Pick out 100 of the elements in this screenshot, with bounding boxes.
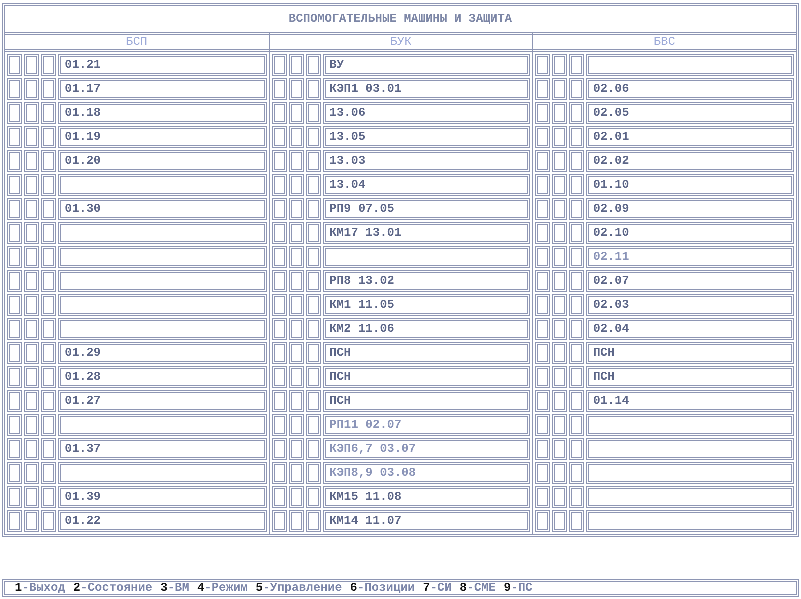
signal-label-cell: РП8 13.02: [322, 270, 530, 292]
function-key-label[interactable]: 5-Управление: [256, 579, 342, 597]
signal-label-cell: 02.11: [586, 246, 794, 268]
indicator-cell: [535, 174, 550, 196]
indicator-cell: [569, 150, 584, 172]
indicator-cell: [552, 510, 568, 532]
indicator-cell: [7, 150, 22, 172]
signal-label-cell: КЭП1 03.01: [322, 78, 530, 100]
signal-label-cell: 02.04: [586, 318, 794, 340]
indicator-cell: [535, 54, 550, 76]
indicator-cell: [288, 174, 304, 196]
indicator-cell: [272, 414, 287, 436]
indicator-cell: [24, 390, 39, 412]
indicator-cell: [7, 462, 22, 484]
indicator-cell: [41, 126, 56, 148]
indicator-cell: [7, 270, 22, 292]
indicator-cell: [41, 486, 56, 508]
indicator-cell: [272, 222, 287, 244]
indicator-cell: [272, 390, 287, 412]
indicator-cell: [535, 126, 550, 148]
function-key-label[interactable]: 9-ПС: [504, 579, 533, 597]
indicator-cell: [24, 102, 39, 124]
indicator-cell: [24, 270, 39, 292]
indicator-cell: [288, 342, 304, 364]
indicator-cell: [24, 246, 39, 268]
signal-label-cell: 01.37: [58, 438, 267, 460]
indicator-cell: [7, 366, 22, 388]
signal-label-cell: 01.27: [58, 390, 267, 412]
indicator-cell: [24, 78, 39, 100]
indicator-cell: [24, 174, 39, 196]
indicator-cell: [288, 270, 304, 292]
indicator-cell: [535, 318, 550, 340]
function-key-label[interactable]: 8-СМЕ: [460, 579, 496, 597]
function-key-label[interactable]: 4-Режим: [197, 579, 248, 597]
indicator-cell: [569, 438, 584, 460]
indicator-cell: [306, 174, 321, 196]
indicator-cell: [552, 102, 568, 124]
indicator-cell: [535, 78, 550, 100]
indicator-cell: [306, 294, 321, 316]
indicator-cell: [41, 294, 56, 316]
indicator-cell: [552, 270, 568, 292]
indicator-cell: [569, 462, 584, 484]
indicator-cell: [569, 342, 584, 364]
indicator-cell: [24, 462, 39, 484]
signal-label-cell: РП11 02.07: [322, 414, 530, 436]
indicator-cell: [552, 294, 568, 316]
indicator-cell: [7, 198, 22, 220]
indicator-cell: [24, 198, 39, 220]
signal-label-cell: 01.14: [586, 390, 794, 412]
indicator-cell: [306, 462, 321, 484]
signal-label-cell: КЭП6,7 03.07: [322, 438, 530, 460]
indicator-cell: [569, 486, 584, 508]
indicator-cell: [24, 486, 39, 508]
indicator-cell: [41, 246, 56, 268]
function-key-label[interactable]: 2-Состояние: [73, 579, 153, 597]
indicator-cell: [306, 414, 321, 436]
indicator-cell: [288, 126, 304, 148]
function-key-label[interactable]: 6-Позиции: [350, 579, 416, 597]
indicator-cell: [41, 510, 56, 532]
signal-label-cell: 01.17: [58, 78, 267, 100]
indicator-cell: [272, 126, 287, 148]
indicator-cell: [306, 102, 321, 124]
indicator-cell: [41, 270, 56, 292]
indicator-cell: [552, 54, 568, 76]
indicator-cell: [306, 318, 321, 340]
indicator-cell: [569, 198, 584, 220]
indicator-cell: [306, 390, 321, 412]
indicator-cell: [306, 342, 321, 364]
indicator-cell: [535, 486, 550, 508]
indicator-cell: [288, 222, 304, 244]
indicator-cell: [306, 198, 321, 220]
indicator-cell: [552, 198, 568, 220]
indicator-cell: [7, 438, 22, 460]
signal-label-cell: РП9 07.05: [322, 198, 530, 220]
indicator-cell: [24, 222, 39, 244]
indicator-cell: [535, 198, 550, 220]
indicator-cell: [7, 390, 22, 412]
indicator-cell: [41, 54, 56, 76]
column-heading: БСП: [5, 32, 269, 52]
indicator-cell: [569, 246, 584, 268]
indicator-cell: [306, 366, 321, 388]
signal-label-cell: 01.19: [58, 126, 267, 148]
function-key-label[interactable]: 7-СИ: [423, 579, 452, 597]
indicator-cell: [24, 438, 39, 460]
indicator-cell: [7, 174, 22, 196]
indicator-cell: [552, 486, 568, 508]
indicator-cell: [569, 510, 584, 532]
signal-label-cell: 01.21: [58, 54, 267, 76]
signal-label-cell: 02.02: [586, 150, 794, 172]
function-key-label[interactable]: 1-Выход: [15, 579, 66, 597]
indicator-cell: [24, 510, 39, 532]
indicator-cell: [272, 246, 287, 268]
screen-title: ВСПОМОГАТЕЛЬНЫЕ МАШИНЫ И ЗАЩИТА: [288, 11, 514, 28]
signal-label-cell: КМ14 11.07: [322, 510, 530, 532]
signal-label-cell: 13.06: [322, 102, 530, 124]
function-key-label[interactable]: 3-ВМ: [160, 579, 190, 597]
indicator-cell: [7, 102, 22, 124]
signal-label-cell: 01.18: [58, 102, 267, 124]
indicator-cell: [7, 222, 22, 244]
indicator-cell: [272, 198, 287, 220]
